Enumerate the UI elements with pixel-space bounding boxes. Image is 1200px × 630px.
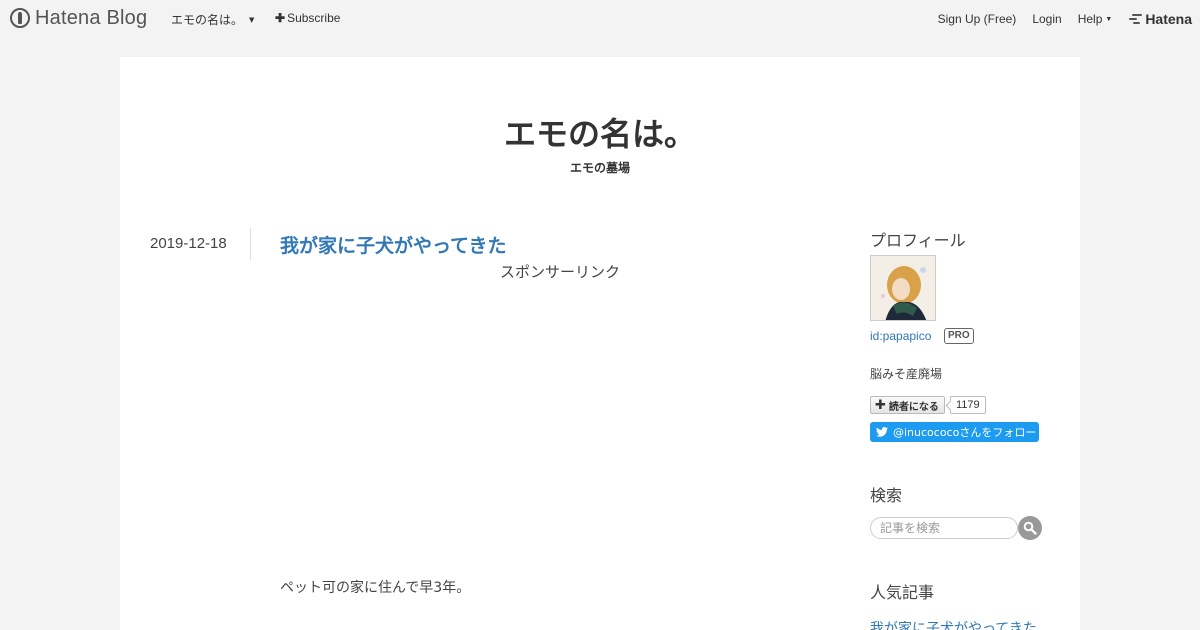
hatena-blog-logo[interactable]: Hatena Blog xyxy=(10,6,147,30)
signup-link[interactable]: Sign Up (Free) xyxy=(938,12,1017,26)
blog-title[interactable]: エモの名は。 xyxy=(120,109,1080,155)
popular-article-link[interactable]: 我が家に子犬がやってきた xyxy=(870,618,1037,630)
profile-heading: プロフィール xyxy=(870,231,966,250)
search-button[interactable] xyxy=(1018,516,1042,540)
hatena-logo[interactable]: Hatena xyxy=(1128,11,1192,27)
logo-text: Hatena Blog xyxy=(35,6,148,29)
profile-user-id[interactable]: id:papapico xyxy=(870,329,931,343)
search-icon xyxy=(1023,521,1037,535)
entry-body-text: ペット可の家に住んで早3年。 xyxy=(280,580,471,596)
popular-heading: 人気記事 xyxy=(870,583,935,602)
plus-icon: ✚ xyxy=(875,397,886,413)
help-dropdown[interactable]: Help ▼ xyxy=(1078,12,1113,26)
login-link[interactable]: Login xyxy=(1032,12,1061,26)
avatar[interactable] xyxy=(870,255,936,321)
pro-badge: PRO xyxy=(944,328,974,344)
become-reader-button[interactable]: ✚ 読者になる xyxy=(870,396,945,414)
ad-slot xyxy=(280,289,840,559)
twitter-follow-button[interactable]: @inucococoさんをフォロー xyxy=(870,422,1039,442)
blog-page: エモの名は。 エモの墓場 2019-12-18 我が家に子犬がやってきた スポン… xyxy=(120,57,1080,630)
reader-count: 1179 xyxy=(950,396,986,414)
reader-button-label: 読者になる xyxy=(888,401,939,413)
subscribe-button[interactable]: ✚ Subscribe xyxy=(275,11,340,25)
hatena-blog-logo-icon xyxy=(10,8,30,28)
caret-down-icon: ▼ xyxy=(1105,16,1113,23)
twitter-follow-label: @inucococoさんをフォロー xyxy=(893,426,1037,439)
blog-description: エモの墓場 xyxy=(569,161,630,175)
hatena-logo-icon xyxy=(1128,14,1143,24)
blog-nickname: 脳みそ産廃場 xyxy=(870,367,943,381)
blog-menu-label: エモの名は。 xyxy=(171,13,244,27)
date-divider xyxy=(250,228,251,260)
blog-menu-dropdown[interactable]: エモの名は。 ▼ xyxy=(171,11,254,28)
subscribe-label: Subscribe xyxy=(287,11,341,25)
caret-down-icon: ▼ xyxy=(249,16,255,24)
help-label: Help xyxy=(1077,12,1103,26)
search-heading: 検索 xyxy=(870,486,903,505)
plus-icon: ✚ xyxy=(275,11,286,25)
twitter-bird-icon xyxy=(876,427,888,437)
entry-date[interactable]: 2019-12-18 xyxy=(150,235,227,252)
hatena-label: Hatena xyxy=(1145,11,1192,27)
avatar-image xyxy=(871,256,935,320)
search-input[interactable] xyxy=(870,517,1018,539)
global-header: Hatena Blog エモの名は。 ▼ ✚ Subscribe Sign Up (… xyxy=(0,0,1200,36)
sponsored-label: スポンサーリンク xyxy=(499,263,620,281)
entry-title[interactable]: 我が家に子犬がやってきた xyxy=(280,231,506,258)
header-nav: Sign Up (Free) Login Help ▼ Hatena xyxy=(922,11,1192,27)
